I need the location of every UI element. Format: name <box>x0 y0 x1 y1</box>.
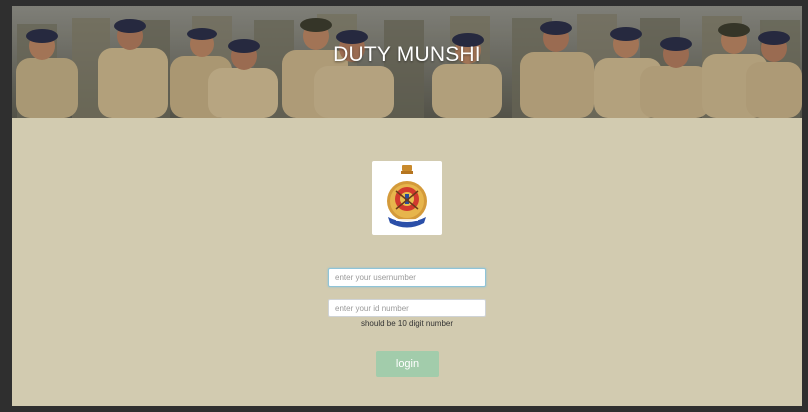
username-input[interactable] <box>328 268 486 287</box>
id-number-input[interactable] <box>328 299 486 317</box>
app-title: DUTY MUNSHI <box>333 43 481 66</box>
id-number-hint: should be 10 digit number <box>360 319 454 328</box>
app-window: DUTY MUNSHI should be 10 digit number lo… <box>12 6 802 406</box>
header-banner: DUTY MUNSHI <box>12 6 802 118</box>
police-emblem-icon <box>372 161 442 235</box>
login-button[interactable]: login <box>376 351 439 377</box>
